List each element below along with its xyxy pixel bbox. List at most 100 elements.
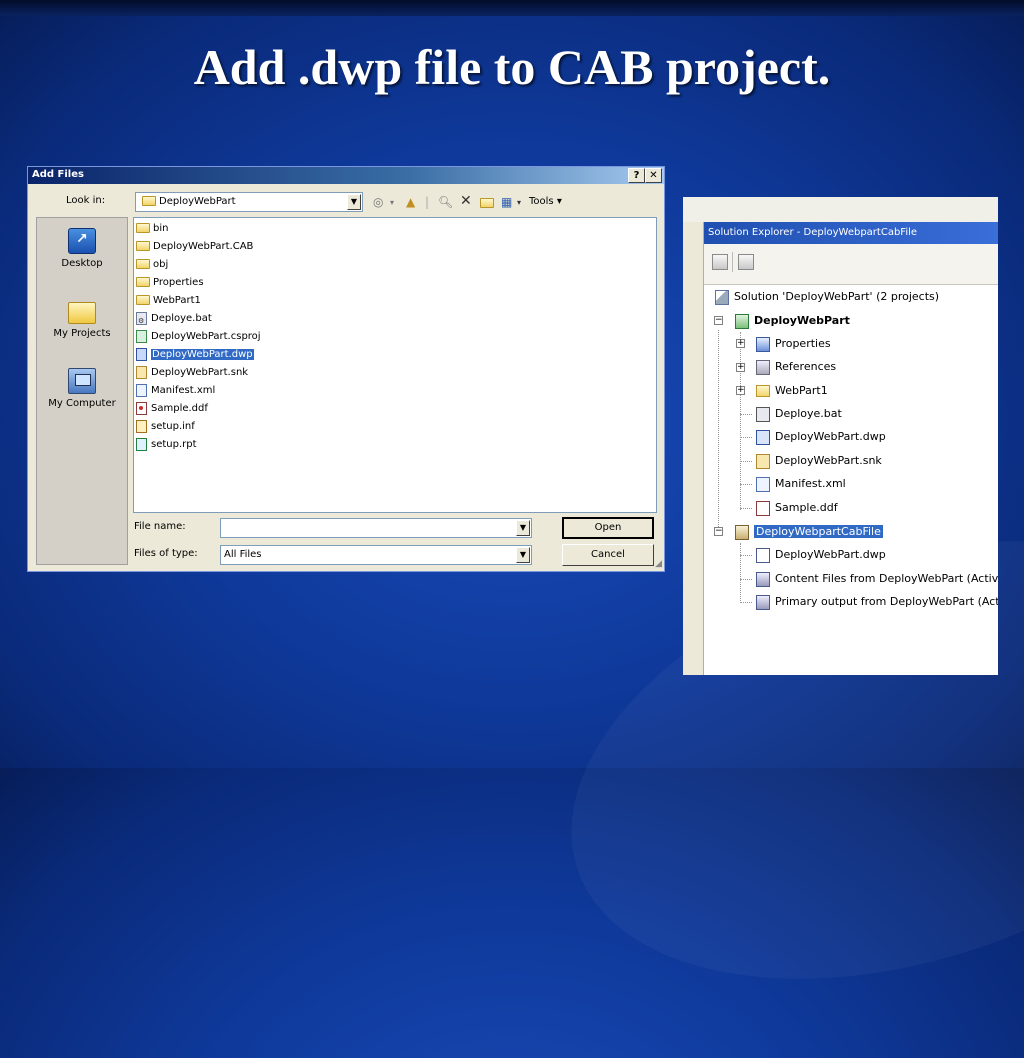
folder-icon xyxy=(136,223,150,233)
tree-node-file[interactable]: DeployWebPart.dwp xyxy=(756,427,886,447)
tree-node-file[interactable]: DeployWebPart.dwp xyxy=(756,545,886,565)
file-item[interactable]: Manifest.xml xyxy=(136,382,215,399)
computer-icon xyxy=(68,368,96,394)
file-item[interactable]: setup.inf xyxy=(136,418,195,435)
tree-node-file[interactable]: Manifest.xml xyxy=(756,474,846,494)
views-icon[interactable]: ▦ xyxy=(501,195,512,209)
views-dropdown-icon[interactable]: ▾ xyxy=(517,198,521,207)
expand-icon[interactable]: + xyxy=(736,363,745,372)
chevron-down-icon[interactable]: ▼ xyxy=(347,194,361,210)
delete-icon[interactable]: ✕ xyxy=(460,193,472,209)
tree-line xyxy=(740,543,741,603)
file-item[interactable]: WebPart1 xyxy=(136,292,201,309)
add-files-dialog: Add Files ? ✕ Look in: DeployWebPart ▼ ◎… xyxy=(27,166,665,572)
node-label: WebPart1 xyxy=(775,384,828,397)
tree-line xyxy=(740,508,752,509)
file-item[interactable]: DeployWebPart.csproj xyxy=(136,328,261,345)
resize-grip-icon[interactable]: ◢ xyxy=(655,559,662,569)
place-desktop[interactable]: Desktop xyxy=(37,228,127,269)
file-name: DeployWebPart.csproj xyxy=(151,331,261,342)
folder-icon xyxy=(136,277,150,287)
folder-icon xyxy=(68,302,96,324)
tree-node-output[interactable]: Primary output from DeployWebPart (Activ… xyxy=(756,592,998,612)
xml-file-icon xyxy=(756,476,770,492)
xml-file-icon xyxy=(136,383,147,397)
file-item[interactable]: obj xyxy=(136,256,168,273)
file-item-selected[interactable]: DeployWebPart.dwp xyxy=(136,346,255,363)
filename-input[interactable]: ▼ xyxy=(220,518,532,538)
tree-node-file[interactable]: Sample.ddf xyxy=(756,498,838,518)
file-name: obj xyxy=(153,259,169,270)
solution-explorer-toolbar xyxy=(704,244,998,285)
dialog-titlebar[interactable]: Add Files ? ✕ xyxy=(28,167,664,184)
file-name: bin xyxy=(153,223,169,234)
filetype-label: Files of type: xyxy=(134,548,198,559)
tree-node-webpart1[interactable]: WebPart1 xyxy=(756,381,828,401)
node-label: DeployWebPart xyxy=(754,314,850,327)
cancel-button[interactable]: Cancel xyxy=(562,544,654,566)
tree-node-file[interactable]: Deploye.bat xyxy=(756,404,842,424)
tree-node-project[interactable]: DeployWebPart xyxy=(735,311,850,331)
tree-node-references[interactable]: References xyxy=(756,357,836,377)
up-folder-icon[interactable]: ▲ xyxy=(406,195,415,209)
collapse-icon[interactable]: − xyxy=(714,527,723,536)
folder-icon xyxy=(142,196,156,206)
lookin-dropdown[interactable]: DeployWebPart ▼ xyxy=(135,192,363,212)
tools-menu[interactable]: Tools ▾ xyxy=(529,196,562,207)
expand-icon[interactable]: + xyxy=(736,339,745,348)
help-button[interactable]: ? xyxy=(628,168,645,183)
file-item[interactable]: bin xyxy=(136,220,168,237)
node-label: Properties xyxy=(775,337,831,350)
tree-line xyxy=(740,484,752,485)
dwp-file-icon xyxy=(136,347,147,361)
file-item[interactable]: DeployWebPart.snk xyxy=(136,364,248,381)
close-button[interactable]: ✕ xyxy=(645,168,662,183)
cab-project-icon xyxy=(735,524,749,540)
project-output-icon xyxy=(756,571,770,587)
place-my-computer[interactable]: My Computer xyxy=(37,368,127,409)
tree-node-properties[interactable]: Properties xyxy=(756,334,831,354)
back-icon[interactable]: ◎ xyxy=(373,195,383,209)
file-item[interactable]: Properties xyxy=(136,274,204,291)
setup-info-icon xyxy=(136,419,147,433)
file-name: setup.inf xyxy=(151,421,195,432)
file-item[interactable]: Deploye.bat xyxy=(136,310,212,330)
folder-icon xyxy=(756,385,770,397)
key-file-icon xyxy=(136,365,147,379)
tree-line xyxy=(740,602,752,603)
place-my-projects[interactable]: My Projects xyxy=(37,298,127,339)
new-folder-icon[interactable] xyxy=(480,195,494,209)
file-name: DeployWebPart.CAB xyxy=(153,241,254,252)
tree-node-solution[interactable]: Solution 'DeployWebPart' (2 projects) xyxy=(715,287,939,307)
lookin-label: Look in: xyxy=(66,195,106,206)
show-all-files-icon[interactable] xyxy=(738,254,754,270)
slide-top-band xyxy=(0,0,1024,16)
place-label: Desktop xyxy=(61,258,103,269)
file-item[interactable]: setup.rpt xyxy=(136,436,197,453)
node-label: Primary output from DeployWebPart (Activ… xyxy=(775,595,998,608)
search-web-icon[interactable]: 🔍︎ xyxy=(438,195,453,209)
open-button[interactable]: Open xyxy=(562,517,654,539)
tree-line xyxy=(740,579,752,580)
expand-icon[interactable]: + xyxy=(736,386,745,395)
filetype-dropdown[interactable]: All Files ▼ xyxy=(220,545,532,565)
project-output-icon xyxy=(756,594,770,610)
back-dropdown-icon[interactable]: ▾ xyxy=(390,198,394,207)
file-item[interactable]: Sample.ddf xyxy=(136,400,208,417)
tree-node-cab-project[interactable]: DeployWebpartCabFile xyxy=(735,522,883,542)
file-list[interactable]: bin DeployWebPart.CAB obj Properties Web… xyxy=(133,217,657,513)
tree-node-file[interactable]: DeployWebPart.snk xyxy=(756,451,882,471)
chevron-down-icon[interactable]: ▼ xyxy=(516,520,530,536)
tree-node-output[interactable]: Content Files from DeployWebPart (Active… xyxy=(756,569,998,589)
collapse-icon[interactable]: − xyxy=(714,316,723,325)
node-label: DeployWebpartCabFile xyxy=(754,525,883,538)
file-name: Deploye.bat xyxy=(151,313,212,324)
ddf-file-icon xyxy=(136,401,147,415)
filename-label: File name: xyxy=(134,521,186,532)
file-item[interactable]: DeployWebPart.CAB xyxy=(136,238,253,255)
chevron-down-icon[interactable]: ▼ xyxy=(516,547,530,563)
ide-strip xyxy=(683,197,998,223)
properties-icon[interactable] xyxy=(712,254,728,270)
tree-line xyxy=(718,330,719,535)
node-label: Manifest.xml xyxy=(775,477,846,490)
